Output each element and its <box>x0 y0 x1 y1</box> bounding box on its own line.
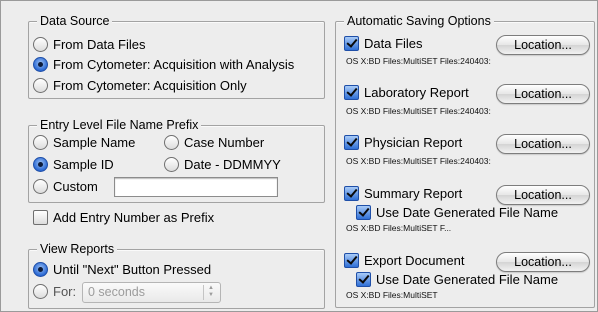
radio-button-icon <box>33 284 48 299</box>
radio-button-icon <box>33 135 48 150</box>
checkbox-checked-icon <box>344 85 359 100</box>
checkbox-checked-icon <box>344 135 359 150</box>
checkbox-checked-icon <box>344 36 359 51</box>
radio-custom[interactable]: Custom <box>33 179 98 194</box>
checkbox-label: Export Document <box>364 253 465 268</box>
checkbox-data-files[interactable]: Data Files <box>344 36 423 51</box>
radio-acquisition-with-analysis[interactable]: From Cytometer: Acquisition with Analysi… <box>33 57 294 72</box>
dialog-frame: Data Source From Data Files From Cytomet… <box>0 0 598 312</box>
radio-date[interactable]: Date - DDMMYY <box>164 157 281 172</box>
prefix-title: Entry Level File Name Prefix <box>37 117 202 133</box>
radio-button-icon <box>33 78 48 93</box>
radio-label: Sample Name <box>53 135 136 150</box>
duration-value: 0 seconds <box>88 285 145 299</box>
add-entry-number-checkbox[interactable]: Add Entry Number as Prefix <box>33 210 214 225</box>
save-path-data-files: OS X:BD Files:MultiSET Files:240403: <box>346 56 491 66</box>
checkbox-laboratory-report[interactable]: Laboratory Report <box>344 85 469 100</box>
location-button-export-document[interactable]: Location... <box>496 252 590 272</box>
radio-label: Sample ID <box>53 157 114 172</box>
radio-from-data-files[interactable]: From Data Files <box>33 37 145 52</box>
checkbox-label: Summary Report <box>364 186 463 201</box>
radio-button-icon <box>33 37 48 52</box>
radio-label: Case Number <box>184 135 265 150</box>
radio-button-selected-icon <box>33 262 48 277</box>
location-button-laboratory-report[interactable]: Location... <box>496 84 590 104</box>
radio-label: From Data Files <box>53 37 146 52</box>
checkbox-physician-report[interactable]: Physician Report <box>344 135 462 150</box>
radio-label: From Cytometer: Acquisition Only <box>53 78 247 93</box>
radio-case-number[interactable]: Case Number <box>164 135 264 150</box>
checkbox-label: Use Date Generated File Name <box>376 272 559 287</box>
radio-label: For: <box>53 284 77 299</box>
data-source-group: Data Source From Data Files From Cytomet… <box>28 13 325 99</box>
radio-label: Custom <box>53 179 98 194</box>
radio-label: From Cytometer: Acquisition with Analysi… <box>53 57 295 72</box>
view-reports-title: View Reports <box>37 241 118 257</box>
radio-button-selected-icon <box>33 57 48 72</box>
save-path-physician-report: OS X:BD Files:MultiSET Files:240403: <box>346 156 491 166</box>
radio-label: Until "Next" Button Pressed <box>53 262 212 277</box>
radio-sample-id[interactable]: Sample ID <box>33 157 114 172</box>
auto-save-group: Automatic Saving Options Data Files Loca… <box>335 13 595 308</box>
radio-acquisition-only[interactable]: From Cytometer: Acquisition Only <box>33 78 247 93</box>
checkbox-export-use-date[interactable]: Use Date Generated File Name <box>356 272 558 287</box>
prefix-group: Entry Level File Name Prefix Sample Name… <box>28 117 325 203</box>
location-button-summary-report[interactable]: Location... <box>496 185 590 205</box>
checkbox-export-document[interactable]: Export Document <box>344 253 464 268</box>
checkbox-label: Data Files <box>364 36 423 51</box>
checkbox-checked-icon <box>344 253 359 268</box>
save-path-export-document: OS X:BD Files:MultiSET <box>346 290 438 300</box>
radio-sample-name[interactable]: Sample Name <box>33 135 135 150</box>
save-path-summary-report: OS X:BD Files:MultiSET F... <box>346 223 452 233</box>
radio-button-icon <box>164 157 179 172</box>
checkbox-checked-icon <box>344 186 359 201</box>
custom-prefix-field[interactable] <box>114 177 278 197</box>
checkbox-summary-use-date[interactable]: Use Date Generated File Name <box>356 205 558 220</box>
radio-for[interactable]: For: <box>33 284 76 299</box>
view-reports-group: View Reports Until "Next" Button Pressed… <box>28 241 325 309</box>
checkbox-label: Use Date Generated File Name <box>376 205 559 220</box>
checkbox-icon <box>33 210 48 225</box>
duration-field[interactable]: 0 seconds ▲ ▼ <box>82 282 221 303</box>
location-button-physician-report[interactable]: Location... <box>496 134 590 154</box>
checkbox-label: Physician Report <box>364 135 463 150</box>
radio-button-icon <box>33 179 48 194</box>
radio-until-next[interactable]: Until "Next" Button Pressed <box>33 262 211 277</box>
radio-button-selected-icon <box>33 157 48 172</box>
auto-save-title: Automatic Saving Options <box>344 13 494 29</box>
checkbox-summary-report[interactable]: Summary Report <box>344 186 462 201</box>
data-source-title: Data Source <box>37 13 113 29</box>
radio-label: Date - DDMMYY <box>184 157 281 172</box>
checkbox-label: Add Entry Number as Prefix <box>53 210 215 225</box>
checkbox-checked-icon <box>356 205 371 220</box>
checkbox-checked-icon <box>356 272 371 287</box>
checkbox-label: Laboratory Report <box>364 85 469 100</box>
location-button-data-files[interactable]: Location... <box>496 35 590 55</box>
radio-button-icon <box>164 135 179 150</box>
stepper-arrows-icon[interactable]: ▲ ▼ <box>203 285 218 300</box>
save-path-laboratory-report: OS X:BD Files:MultiSET Files:240403: <box>346 106 491 116</box>
